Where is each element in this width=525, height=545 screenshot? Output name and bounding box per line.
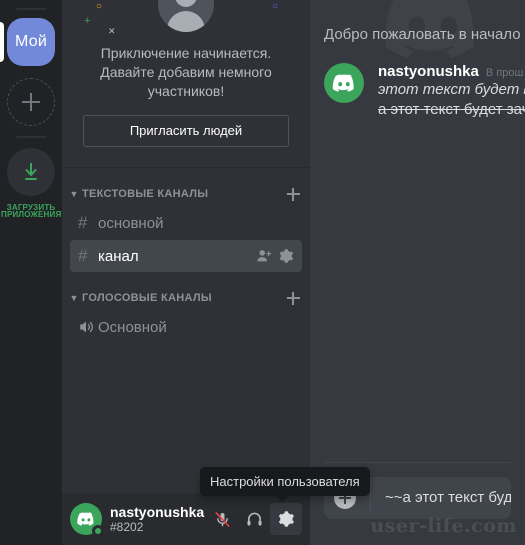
user-settings-tooltip: Настройки пользователя: [200, 467, 370, 502]
add-voice-channel-button[interactable]: [284, 289, 302, 307]
group-header-voice-channels[interactable]: ▼ ГОЛОСОВЫЕ КАНАЛЫ: [62, 286, 310, 310]
group-header-text-channels[interactable]: ▼ ТЕКСТОВЫЕ КАНАЛЫ: [62, 182, 310, 206]
message-body: nastyonushka В прош этот текст будет выд…: [378, 63, 525, 120]
user-panel-actions: [206, 503, 302, 535]
server-welcome-block: ○ + ✕ ○ Приключение начинается. Давайте …: [62, 0, 310, 147]
channel-actions: [256, 248, 294, 264]
deafen-button[interactable]: [238, 503, 270, 535]
user-username: nastyonushka: [110, 504, 205, 520]
message-line-italic: этот текст будет выд: [378, 81, 525, 98]
mute-microphone-button[interactable]: [206, 503, 238, 535]
chevron-down-icon: ▼: [69, 188, 79, 199]
rail-divider: [16, 136, 46, 138]
add-server-wrapper: [0, 76, 62, 128]
channel-name-voice-osnovnoy: Основной: [98, 318, 167, 336]
channel-item-kanal[interactable]: # канал: [70, 240, 302, 272]
sparkle-circle-icon: ○: [96, 1, 103, 12]
user-panel: nastyonushka #8202: [62, 493, 310, 545]
sparkle-circle-blue-icon: ○: [271, 1, 278, 12]
message-author-avatar[interactable]: [324, 63, 364, 103]
server-selected-pill: [0, 22, 4, 62]
download-apps-label-line2: ПРИЛОЖЕНИЯ: [1, 210, 62, 219]
invite-people-button[interactable]: Пригласить людей: [83, 115, 289, 147]
message-timestamp: В прош: [485, 67, 524, 79]
avatar[interactable]: [70, 503, 104, 537]
add-text-channel-button[interactable]: [284, 185, 302, 203]
add-server-button[interactable]: [7, 78, 55, 126]
settings-gear-icon[interactable]: [278, 248, 294, 264]
message-header: nastyonushka В прош: [378, 63, 525, 80]
channel-item-voice-osnovnoy[interactable]: Основной: [70, 311, 302, 343]
status-badge: [92, 525, 104, 537]
user-discriminator: #8202: [110, 520, 144, 534]
chat-area: Добро пожаловать в начало nastyonushka В…: [310, 0, 525, 545]
chat-welcome-heading: Добро пожаловать в начало: [324, 26, 521, 43]
composer-separator: [324, 462, 511, 463]
chat-spacer: [310, 120, 525, 462]
headphones-icon: [246, 512, 262, 526]
sparkle-x-icon: ✕: [108, 26, 116, 36]
welcome-text-line2: Давайте добавим немного: [100, 64, 272, 80]
channel-name-osnovnoy: основной: [98, 214, 164, 232]
channel-name-kanal: канал: [98, 247, 139, 265]
settings-gear-icon: [278, 511, 294, 527]
site-watermark: user-life.com: [370, 515, 517, 537]
download-arrow-icon: [25, 163, 37, 180]
welcome-text-line3: участников!: [147, 83, 225, 99]
hash-icon: #: [78, 246, 88, 265]
server-item-wrapper: Мой: [0, 16, 62, 68]
add-member-icon[interactable]: [256, 248, 272, 264]
message-item: nastyonushka В прош этот текст будет выд…: [310, 43, 525, 120]
welcome-avatar-icon: [158, 0, 214, 32]
message-input[interactable]: ~~а этот текст будет зач: [370, 485, 511, 511]
server-icon-label: Мой: [15, 33, 47, 50]
user-identity[interactable]: nastyonushka #8202: [110, 504, 206, 534]
sparkle-plus-icon: +: [84, 15, 91, 27]
group-title-text-channels: ТЕКСТОВЫЕ КАНАЛЫ: [82, 188, 209, 200]
rail-top-divider: [16, 8, 46, 10]
plus-icon: [22, 93, 40, 111]
microphone-muted-icon: [214, 511, 230, 527]
channel-item-osnovnoy[interactable]: # основной: [70, 207, 302, 239]
channel-sidebar-scroll[interactable]: ○ + ✕ ○ Приключение начинается. Давайте …: [62, 0, 310, 493]
speaker-icon: [78, 319, 98, 335]
welcome-illustration: ○ + ✕ ○: [76, 0, 296, 36]
chevron-down-icon: ▼: [69, 292, 79, 303]
discord-app-window: Мой ЗАГРУЗИТЬ ПРИЛОЖЕНИЯ ○ + ✕ ○ Приключ…: [0, 0, 525, 545]
group-title-voice-channels: ГОЛОСОВЫЕ КАНАЛЫ: [82, 292, 212, 304]
server-icon-moy[interactable]: Мой: [7, 18, 55, 66]
discord-logo-icon: [332, 74, 354, 92]
hash-icon: #: [78, 213, 88, 232]
channel-sidebar: ○ + ✕ ○ Приключение начинается. Давайте …: [62, 0, 310, 545]
download-apps-button[interactable]: [7, 148, 55, 196]
welcome-text-line1: Приключение начинается.: [100, 45, 272, 61]
server-rail: Мой ЗАГРУЗИТЬ ПРИЛОЖЕНИЯ: [0, 0, 62, 545]
download-app-wrapper: [0, 146, 62, 198]
user-settings-button[interactable]: [270, 503, 302, 535]
message-author-name[interactable]: nastyonushka: [378, 63, 479, 80]
message-line-strikethrough: а этот текст будет зач: [378, 101, 525, 118]
sidebar-separator: [62, 167, 310, 168]
